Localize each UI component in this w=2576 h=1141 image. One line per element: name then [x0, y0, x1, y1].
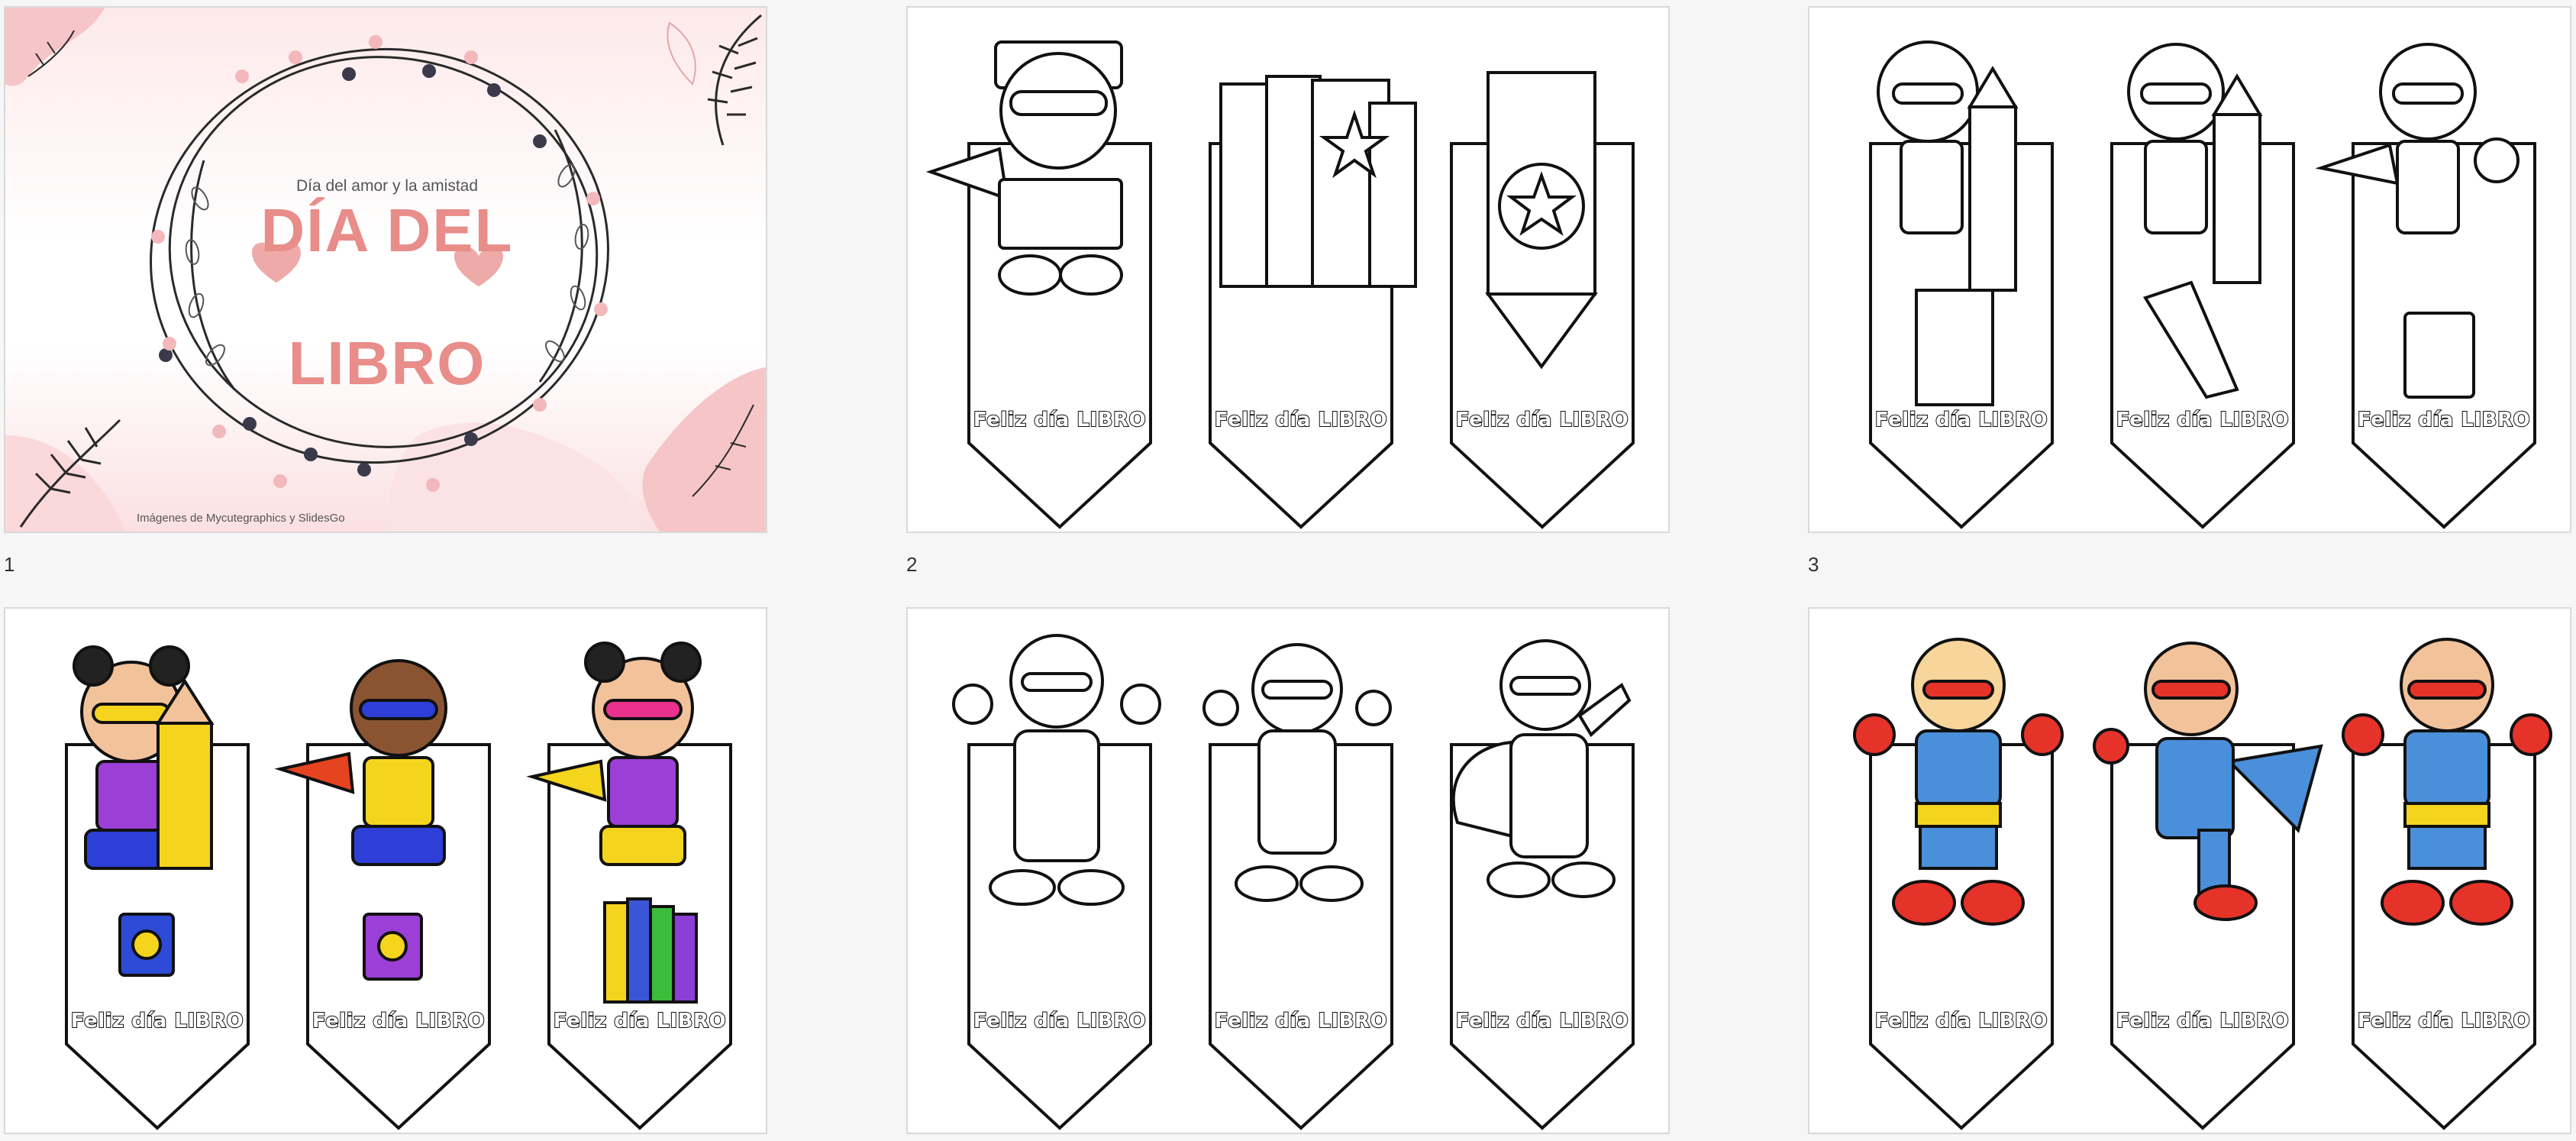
bookmark-label: Feliz día LIBRO — [1214, 408, 1388, 432]
bookmark-label: Feliz día LIBRO — [2357, 408, 2531, 432]
bookmark-label: Feliz día LIBRO — [1874, 1009, 2048, 1033]
slide-number-3: 3 — [1808, 553, 1819, 576]
bookmark-label: Feliz día LIBRO — [1455, 1009, 1629, 1033]
bookmark-label: Feliz día LIBRO — [2116, 1009, 2290, 1033]
bookmark-label: Feliz día LIBRO — [2357, 1009, 2531, 1033]
slide-thumbnail-4[interactable]: Feliz día LIBRO Feliz día LIBRO Feliz dí… — [4, 607, 767, 1134]
slide-thumbnail-3[interactable]: Feliz día LIBRO Feliz día LIBRO Feliz dí… — [1808, 6, 2571, 533]
cover-title-line1: DÍA DEL — [260, 196, 514, 264]
bookmark-art-row — [73, 642, 702, 1004]
bookmark-art-row — [1853, 638, 2552, 926]
slide-thumbnail-1[interactable]: Día del amor y la amistad DÍA DEL LIBRO … — [4, 6, 767, 533]
cover-illustration — [5, 8, 766, 532]
bookmark-label: Feliz día LIBRO — [1874, 408, 2048, 432]
slide-thumbnail-5[interactable]: Feliz día LIBRO Feliz día LIBRO Feliz dí… — [906, 607, 1670, 1134]
bookmark-label: Feliz día LIBRO — [1214, 1009, 1388, 1033]
slide-number-1: 1 — [4, 553, 15, 576]
slide-number-2: 2 — [906, 553, 918, 576]
cover-credit: Imágenes de Mycutegraphics y SlidesGo — [137, 512, 345, 525]
bookmark-label: Feliz día LIBRO — [973, 1009, 1147, 1033]
cover-subtitle: Día del amor y la amistad — [295, 177, 479, 195]
bookmark-art-row — [952, 634, 1632, 906]
slide-thumbnail-6[interactable]: Feliz día LIBRO Feliz día LIBRO Feliz dí… — [1808, 607, 2571, 1134]
bookmark-label: Feliz día LIBRO — [973, 408, 1147, 432]
bookmark-label: Feliz día LIBRO — [312, 1009, 486, 1033]
bookmark-label: Feliz día LIBRO — [1455, 408, 1629, 432]
bookmark-art-row — [925, 40, 1598, 370]
slide-thumbnail-2[interactable]: Feliz día LIBRO Feliz día LIBRO Feliz dí… — [906, 6, 1670, 533]
bookmark-label: Feliz día LIBRO — [2116, 408, 2290, 432]
cover-title-line2: LIBRO — [288, 329, 486, 397]
bookmark-art-row — [1877, 40, 2520, 406]
bookmark-label: Feliz día LIBRO — [553, 1009, 727, 1033]
bookmark-label: Feliz día LIBRO — [70, 1009, 244, 1033]
